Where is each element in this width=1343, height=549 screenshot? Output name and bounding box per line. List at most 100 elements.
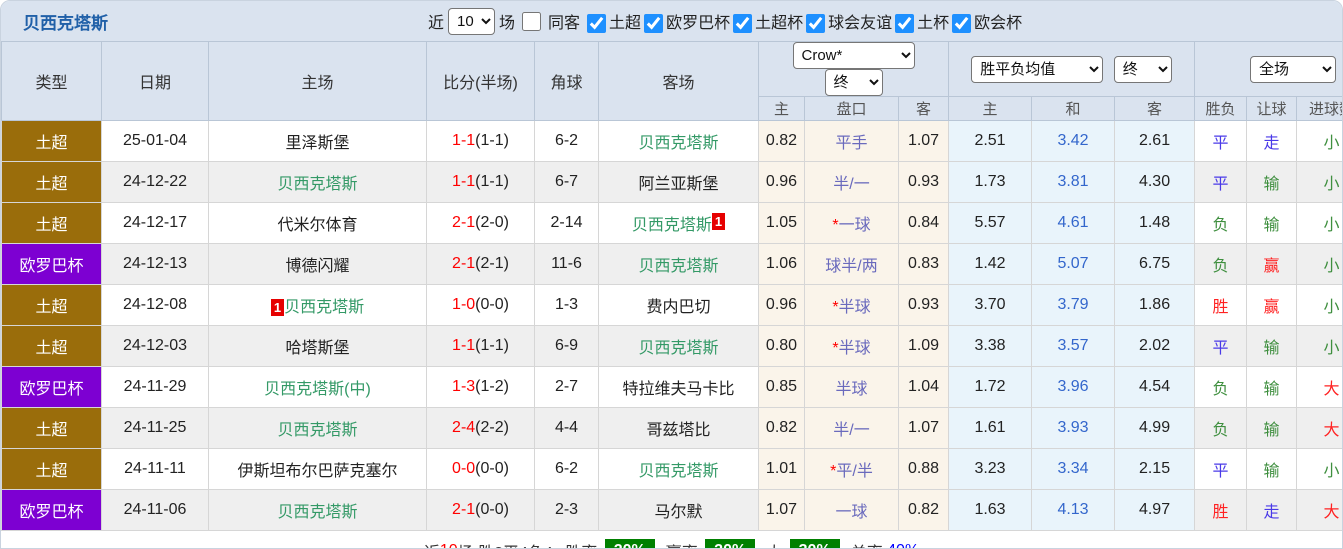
- cell-home-team: 代米尔体育: [208, 202, 427, 244]
- halftime-score: (1-1): [475, 173, 509, 190]
- footer-profit-rate-label: 赢率:: [666, 539, 702, 548]
- league-label: 欧罗巴杯: [666, 14, 731, 32]
- cell-date: 24-12-08: [101, 284, 209, 326]
- col-header-date: 日期: [101, 41, 209, 121]
- cell-handicap-line: 一球: [804, 489, 899, 531]
- handicap-star: *: [830, 463, 837, 480]
- cell-score: 1-1(1-1): [426, 161, 535, 203]
- cell-handicap-away-odds: 0.82: [897, 489, 950, 531]
- scope-select[interactable]: 全场: [1250, 55, 1337, 83]
- cell-odds-away: 4.54: [1114, 366, 1196, 408]
- team-name: 里泽斯堡: [285, 135, 350, 152]
- cell-score: 1-0(0-0): [426, 284, 535, 326]
- cell-league-type: 土超: [1, 284, 102, 326]
- footer-recent-count: 10: [440, 542, 458, 548]
- cell-handicap-line: *一球: [804, 202, 899, 244]
- cell-home-team: 博德闪耀: [208, 243, 427, 285]
- handicap-star: *: [832, 299, 839, 316]
- cell-score: 0-0(0-0): [426, 448, 535, 490]
- footer-win-rate-label: 胜率:: [565, 539, 601, 548]
- cell-handicap-line: 球半/两: [804, 243, 899, 285]
- cell-home-team: 贝西克塔斯: [208, 161, 427, 203]
- team-name: 代米尔体育: [277, 217, 358, 234]
- footer-single-rate-value: 40%: [887, 542, 919, 548]
- cell-date: 24-12-17: [101, 202, 209, 244]
- bookmaker-select[interactable]: Crow*: [792, 42, 915, 69]
- cell-handicap-home-odds: 1.01: [758, 448, 805, 490]
- halftime-score: (2-0): [475, 214, 509, 231]
- subcol-result: 胜负: [1194, 96, 1248, 121]
- league-checkbox-土超杯[interactable]: [733, 14, 753, 34]
- table-row: 欧罗巴杯 24-12-13 博德闪耀 2-1(2-1) 11-6 贝西克塔斯 1…: [1, 243, 1342, 285]
- halftime-score: (1-1): [475, 132, 509, 149]
- team-name: 贝西克塔斯: [638, 258, 719, 275]
- league-label: 土超: [609, 14, 642, 32]
- team-name: 哥兹塔比: [646, 422, 711, 439]
- cell-odds-away: 4.30: [1114, 161, 1196, 203]
- team-name: 贝西克塔斯: [631, 217, 712, 234]
- halftime-score: (0-0): [475, 501, 509, 518]
- league-filter-group: 土超 欧罗巴杯 土超杯 球会友谊 土杯 欧会杯: [584, 9, 1022, 34]
- odds-state-select[interactable]: 终: [1113, 55, 1172, 83]
- cell-let-ball-result: 走: [1246, 489, 1298, 531]
- odds-average-select[interactable]: 胜平负均值: [971, 55, 1104, 83]
- cell-score: 2-1(2-0): [426, 202, 535, 244]
- cell-odds-draw: 3.96: [1031, 366, 1116, 408]
- cell-result: 平: [1194, 161, 1248, 203]
- cell-let-ball-result: 输: [1246, 448, 1298, 490]
- cell-date: 24-11-25: [101, 407, 209, 449]
- cell-handicap-home-odds: 0.96: [758, 284, 805, 326]
- same-venue-checkbox[interactable]: [522, 11, 542, 31]
- cell-league-type: 欧罗巴杯: [1, 243, 102, 285]
- league-checkbox-欧会杯[interactable]: [952, 14, 972, 34]
- footer-single-rate-label: 单率:: [851, 539, 887, 548]
- subcol-handicap-away: 客: [897, 96, 950, 121]
- cell-away-team: 贝西克塔斯: [598, 325, 759, 367]
- cell-odds-home: 1.61: [948, 407, 1033, 449]
- team-name: 博德闪耀: [285, 258, 350, 275]
- recent-count-select[interactable]: 10: [448, 7, 496, 35]
- fulltime-score: 2-1: [452, 255, 476, 272]
- cell-score: 2-4(2-2): [426, 407, 535, 449]
- bookmaker-state-select[interactable]: 终: [824, 69, 883, 96]
- league-checkbox-球会友谊[interactable]: [806, 14, 826, 34]
- col-header-away: 客场: [598, 41, 759, 121]
- cell-odds-draw: 3.79: [1031, 284, 1116, 326]
- profit-rate-badge: 20%: [705, 539, 756, 548]
- cell-league-type: 土超: [1, 120, 102, 162]
- cell-let-ball-result: 输: [1246, 366, 1298, 408]
- odds-select-cell: 胜平负均值 终: [948, 41, 1196, 97]
- cell-handicap-away-odds: 1.04: [897, 366, 950, 408]
- page-title: 贝西克塔斯: [23, 13, 108, 33]
- subcol-odds-home: 主: [948, 96, 1033, 121]
- red-card-badge: 1: [270, 299, 285, 316]
- team-name: 贝西克塔斯: [284, 299, 365, 316]
- league-checkbox-欧罗巴杯[interactable]: [644, 14, 664, 34]
- league-checkbox-土超[interactable]: [587, 14, 607, 34]
- subcol-let-ball: 让球: [1246, 96, 1298, 121]
- cell-handicap-away-odds: 0.93: [897, 161, 950, 203]
- cell-result: 负: [1194, 243, 1248, 285]
- fulltime-score: 2-1: [452, 501, 476, 518]
- cell-odds-draw: 3.57: [1031, 325, 1116, 367]
- cell-goals-result: 小: [1296, 202, 1342, 244]
- cell-odds-away: 2.02: [1114, 325, 1196, 367]
- footer-big-label: 大:: [766, 539, 786, 548]
- halftime-score: (1-2): [475, 378, 509, 395]
- league-label: 球会友谊: [828, 14, 893, 32]
- cell-score: 1-1(1-1): [426, 120, 535, 162]
- cell-odds-draw: 5.07: [1031, 243, 1116, 285]
- cell-date: 24-11-06: [101, 489, 209, 531]
- league-checkbox-土杯[interactable]: [895, 14, 915, 34]
- cell-odds-away: 2.61: [1114, 120, 1196, 162]
- same-venue-label: 同客: [548, 15, 581, 32]
- handicap-star: *: [832, 340, 839, 357]
- fulltime-score: 2-4: [452, 419, 476, 436]
- cell-away-team: 贝西克塔斯: [598, 243, 759, 285]
- team-name: 费内巴切: [646, 299, 711, 316]
- cell-league-type: 土超: [1, 448, 102, 490]
- cell-date: 24-11-29: [101, 366, 209, 408]
- cell-odds-home: 3.38: [948, 325, 1033, 367]
- cell-odds-home: 1.63: [948, 489, 1033, 531]
- team-name: 贝西克塔斯: [277, 176, 358, 193]
